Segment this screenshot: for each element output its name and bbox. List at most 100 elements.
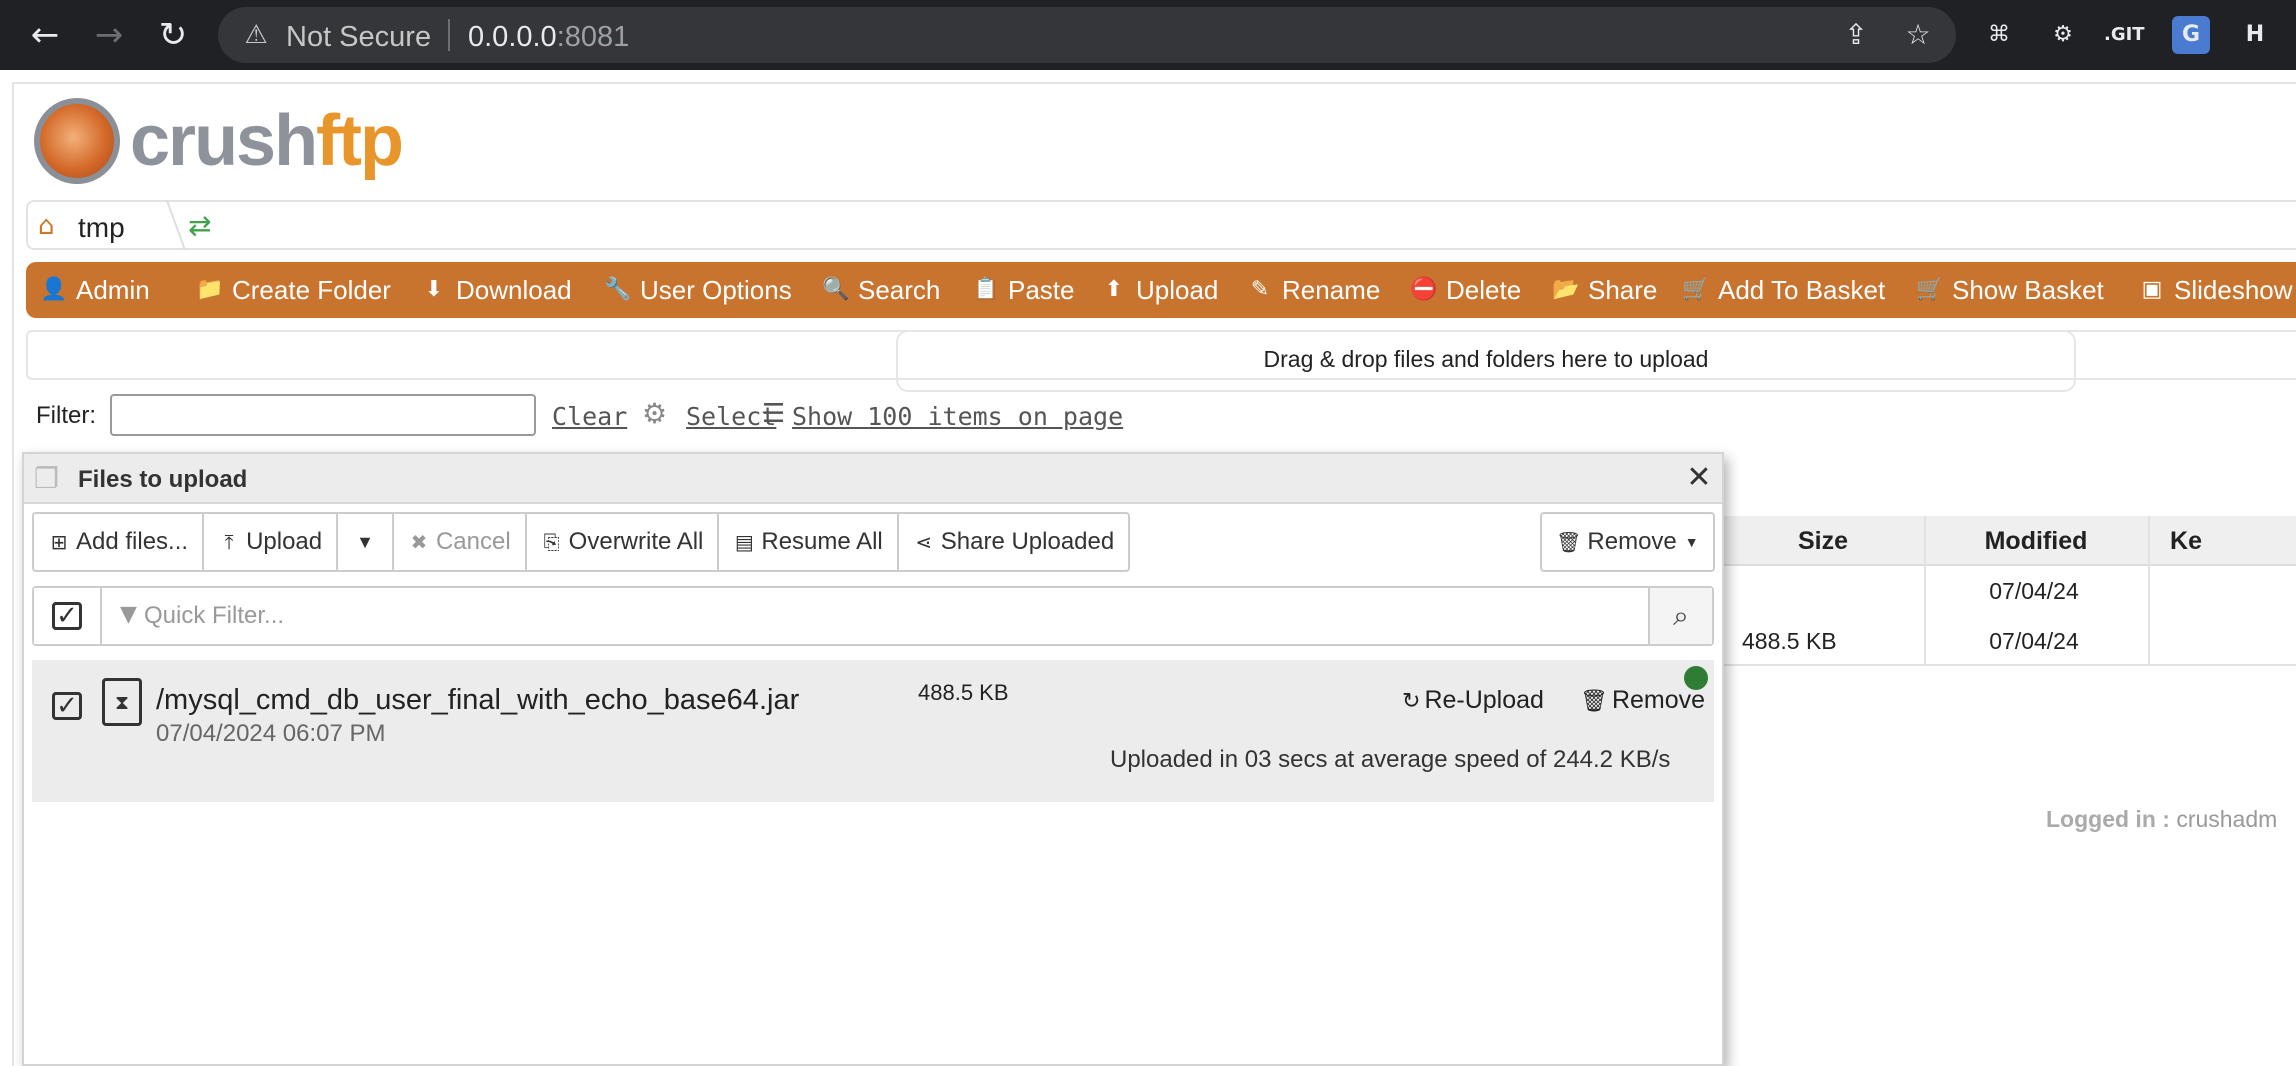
column-divider: [1924, 516, 1926, 666]
dialog-titlebar[interactable]: ❐ Files to upload ✕: [24, 454, 1722, 504]
upload-dropzone-bar: Drag & drop files and folders here to up…: [26, 330, 2296, 392]
back-arrow-icon[interactable]: ←: [22, 12, 68, 58]
show-basket-button[interactable]: 🛒 Show Basket: [1916, 262, 2104, 318]
checkbox-checked-icon: ✓: [52, 602, 82, 630]
row-1-modified: 07/04/24: [1989, 578, 2079, 604]
resume-all-label: Resume All: [761, 528, 883, 555]
filter-funnel-icon: ▼: [120, 602, 137, 627]
file-table-header: Size Modified Ke: [1722, 516, 2296, 566]
upload-button[interactable]: ⬆ Upload: [1100, 262, 1219, 318]
share-uploaded-button[interactable]: ⋖ Share Uploaded: [899, 514, 1128, 570]
paste-button[interactable]: 📋 Paste: [972, 262, 1075, 318]
logged-in-label: Logged in :: [2046, 806, 2170, 832]
clear-link[interactable]: Clear: [552, 402, 627, 431]
paste-icon: 📋: [972, 277, 1000, 302]
copy-icon: ⎘: [543, 530, 560, 554]
gear-icon[interactable]: ⚙: [642, 398, 674, 430]
filter-label: Filter:: [36, 402, 96, 429]
share-button[interactable]: 📂 Share: [1552, 262, 1657, 318]
document-icon: ❐: [34, 462, 60, 495]
close-icon[interactable]: ✕: [1684, 462, 1714, 494]
security-label[interactable]: Not Secure: [286, 21, 431, 54]
show-basket-label: Show Basket: [1952, 274, 2104, 305]
rename-button[interactable]: ✎ Rename: [1246, 262, 1381, 318]
home-icon[interactable]: ⌂: [38, 211, 70, 241]
reload-icon[interactable]: ↻: [150, 12, 196, 58]
share-label: Share: [1588, 274, 1658, 305]
forward-arrow-icon[interactable]: →: [86, 12, 132, 58]
admin-icon: 👤: [40, 277, 68, 302]
dialog-title: Files to upload: [78, 466, 248, 493]
browser-chrome: ← → ↻ ⚠ Not Secure 0.0.0.0:8081 ⇪ ☆ ⌘ ⚙ …: [0, 0, 2296, 70]
breadcrumb-current[interactable]: tmp: [78, 212, 125, 244]
delete-label: Delete: [1446, 274, 1522, 305]
upload-icon: ⤒: [224, 530, 234, 554]
plus-square-icon: ⊞: [50, 530, 68, 554]
search-label: Search: [858, 274, 941, 305]
download-icon: ⬇: [424, 277, 444, 302]
url-host: 0.0.0.0: [468, 21, 557, 53]
admin-button[interactable]: 👤 Admin: [40, 262, 149, 318]
header-size[interactable]: Size: [1722, 516, 1924, 566]
add-to-basket-label: Add To Basket: [1718, 274, 1886, 305]
slideshow-icon: ▣: [2141, 277, 2163, 302]
cancel-button[interactable]: ✖ Cancel: [394, 514, 527, 570]
upload-dropdown-toggle[interactable]: ▼: [338, 514, 394, 570]
add-to-basket-button[interactable]: 🛒 Add To Basket: [1682, 262, 1885, 318]
remove-dropdown-button[interactable]: 🗑 Remove ▼: [1540, 512, 1715, 572]
list-icon[interactable]: ☰: [762, 398, 792, 430]
delete-button[interactable]: ⛔ Delete: [1410, 262, 1521, 318]
trash-icon: 🗑: [1556, 530, 1582, 554]
extension-2-icon[interactable]: ⚙: [2044, 16, 2082, 54]
upload-status-text: Uploaded in 03 secs at average speed of …: [1110, 746, 1671, 773]
file-date: 07/04/2024 06:07 PM: [156, 720, 386, 747]
share-icon[interactable]: ⇪: [1838, 17, 1874, 53]
address-bar[interactable]: ⚠ Not Secure 0.0.0.0:8081 ⇪ ☆: [218, 7, 1956, 63]
resume-all-button[interactable]: ▤ Resume All: [719, 514, 899, 570]
paste-label: Paste: [1008, 274, 1075, 305]
reupload-button[interactable]: ↻ Re-Upload: [1402, 686, 1544, 715]
search-icon[interactable]: ⌕: [1648, 588, 1712, 644]
logged-in-status: Logged in : crushadm: [2046, 806, 2277, 833]
start-upload-button[interactable]: ⤒ Upload: [204, 514, 339, 570]
paste-icon: ▤: [734, 530, 754, 554]
overwrite-all-button[interactable]: ⎘ Overwrite All: [527, 514, 720, 570]
extension-translate-icon[interactable]: G: [2172, 16, 2210, 54]
logo-fist-icon: [34, 98, 120, 184]
row-2-size: 488.5 KB: [1742, 628, 1837, 654]
file-checkbox[interactable]: ✓: [52, 692, 82, 720]
filter-input[interactable]: [110, 394, 536, 436]
header-keywords[interactable]: Ke: [2156, 516, 2216, 566]
slideshow-button[interactable]: ▣ Slideshow: [2138, 262, 2293, 318]
show-items-link[interactable]: Show 100 items on page: [792, 402, 1123, 431]
file-name: /mysql_cmd_db_user_final_with_echo_base6…: [156, 684, 800, 716]
warning-icon[interactable]: ⚠: [240, 19, 272, 51]
quick-filter-input[interactable]: Quick Filter...: [144, 602, 284, 630]
main-toolbar: 👤 Admin 📁 Create Folder ⬇ Download 🔧 User Op…: [26, 262, 2296, 318]
row-2-modified: 07/04/24: [1989, 628, 2079, 654]
quick-filter-bar: ✓ ▼ Quick Filter... ⌕: [32, 586, 1714, 646]
url-text[interactable]: 0.0.0.0:8081: [468, 21, 629, 54]
add-files-button[interactable]: ⊞ Add files...: [34, 514, 205, 570]
extension-h-icon[interactable]: H: [2236, 16, 2274, 54]
create-folder-button[interactable]: 📁 Create Folder: [196, 262, 391, 318]
extension-1-icon[interactable]: ⌘: [1980, 16, 2018, 54]
caret-down-icon: ▼: [356, 531, 374, 552]
header-modified[interactable]: Modified: [1924, 516, 2148, 566]
crushftp-logo: crushftp: [34, 94, 434, 190]
basket-add-icon: 🛒: [1682, 277, 1710, 302]
user-options-button[interactable]: 🔧 User Options: [604, 262, 792, 318]
bookmark-star-icon[interactable]: ☆: [1900, 17, 1936, 53]
select-all-checkbox[interactable]: ✓: [34, 588, 102, 644]
remove-file-button[interactable]: 🗑 Remove: [1580, 686, 1705, 715]
reupload-label: Re-Upload: [1424, 686, 1544, 714]
search-button[interactable]: 🔍 Search: [822, 262, 940, 318]
user-options-label: User Options: [640, 274, 792, 305]
upload-button-group: ⊞ Add files... ⤒ Upload ▼ ✖ Cancel ⎘ Overwri…: [32, 512, 1131, 572]
cancel-label: Cancel: [435, 528, 511, 555]
refresh-icon[interactable]: ⇄: [188, 211, 218, 241]
extension-git-icon[interactable]: .GIT: [2104, 16, 2145, 54]
delete-icon: ⛔: [1410, 277, 1438, 302]
download-button[interactable]: ⬇ Download: [420, 262, 572, 318]
dropzone-text[interactable]: Drag & drop files and folders here to up…: [896, 330, 2076, 392]
